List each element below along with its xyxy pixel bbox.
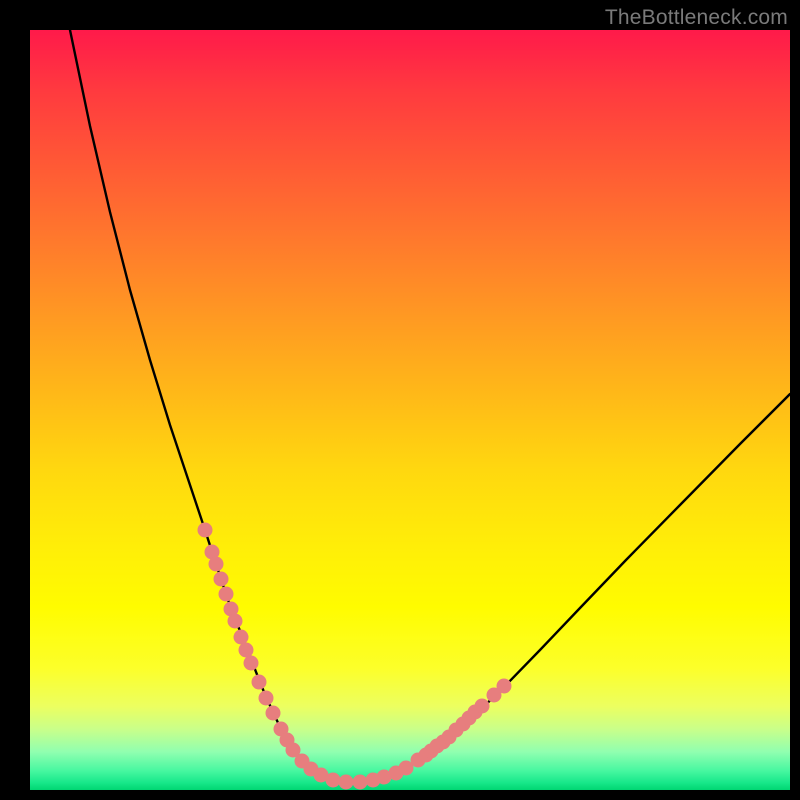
curve-marker	[497, 679, 512, 694]
curve-marker	[353, 775, 368, 790]
curve-marker	[326, 773, 341, 788]
bottleneck-chart	[30, 30, 790, 790]
curve-marker	[266, 706, 281, 721]
plot-area	[30, 30, 790, 790]
chart-frame: TheBottleneck.com	[0, 0, 800, 800]
marker-layer	[198, 523, 512, 790]
curve-marker	[475, 699, 490, 714]
bottleneck-curve	[70, 30, 790, 782]
curve-marker	[339, 775, 354, 790]
curve-marker	[259, 691, 274, 706]
curve-marker	[214, 572, 229, 587]
curve-marker	[239, 643, 254, 658]
watermark-text: TheBottleneck.com	[605, 6, 788, 30]
curve-marker	[219, 587, 234, 602]
curve-marker	[234, 630, 249, 645]
curve-marker	[209, 557, 224, 572]
curve-marker	[198, 523, 213, 538]
curve-marker	[228, 614, 243, 629]
curve-marker	[244, 656, 259, 671]
curve-marker	[252, 675, 267, 690]
